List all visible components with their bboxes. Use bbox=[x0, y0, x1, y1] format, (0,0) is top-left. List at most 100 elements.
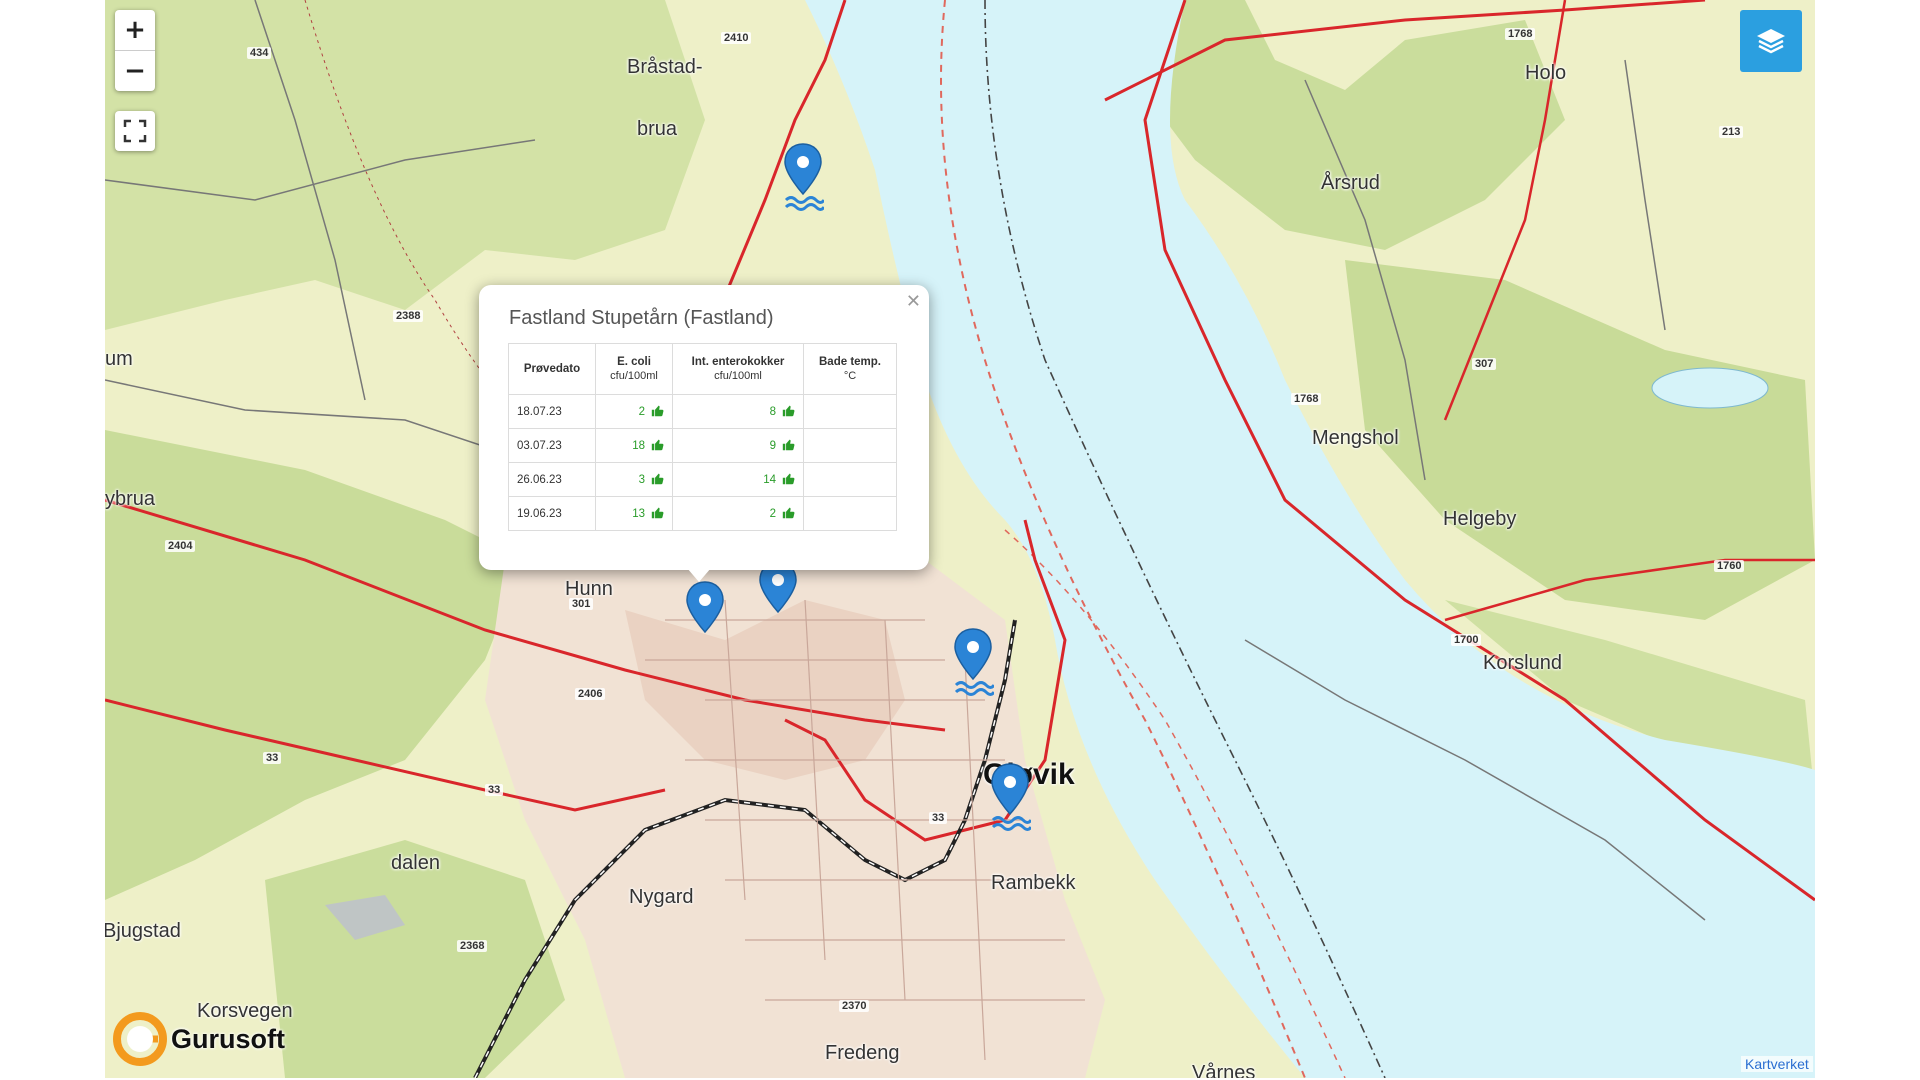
close-icon[interactable]: ✕ bbox=[906, 291, 921, 312]
column-label: E. coli bbox=[617, 356, 651, 368]
place-label-korslund: Korslund bbox=[1483, 652, 1562, 674]
ecoli-cell: 13 bbox=[595, 496, 673, 531]
column-label: Int. enterokokker bbox=[691, 356, 785, 368]
ecoli-cell: 18 bbox=[595, 428, 673, 463]
sample-date: 18.07.23 bbox=[508, 394, 596, 429]
road-number: 1700 bbox=[1451, 634, 1482, 646]
place-label-varnes: Vårnes bbox=[1192, 1062, 1256, 1078]
place-label-brua: brua bbox=[637, 118, 678, 140]
enterococci-value: 14 bbox=[763, 473, 776, 486]
road-number: 1760 bbox=[1714, 560, 1745, 572]
thumbs-up-icon bbox=[651, 438, 664, 454]
bathing-site-marker[interactable] bbox=[684, 580, 726, 650]
enterococci-cell: 14 bbox=[672, 462, 804, 497]
logo-text: Gurusoft bbox=[171, 1023, 285, 1054]
temperature-cell bbox=[803, 462, 897, 497]
map-view[interactable]: Bråstad- brua Holo Årsrud um ybrua Mengs… bbox=[105, 0, 1815, 1078]
thumbs-up-icon bbox=[651, 404, 664, 420]
road-number: 434 bbox=[247, 47, 272, 59]
place-label-brastad: Bråstad- bbox=[627, 56, 703, 78]
road-number: 2404 bbox=[165, 540, 196, 552]
table-row: 03.07.23 18 9 bbox=[508, 428, 897, 463]
popup-tip bbox=[687, 568, 711, 582]
place-label-rambekk: Rambekk bbox=[991, 872, 1076, 894]
enterococci-cell: 8 bbox=[672, 394, 804, 429]
temperature-cell bbox=[803, 428, 897, 463]
place-label-helgeby: Helgeby bbox=[1443, 508, 1517, 530]
temperature-cell bbox=[803, 394, 897, 429]
enterococci-value: 8 bbox=[769, 405, 776, 418]
table-row: 26.06.23 3 14 bbox=[508, 462, 897, 497]
road-number: 33 bbox=[263, 752, 282, 764]
zoom-control: + − bbox=[115, 10, 155, 91]
column-header-enterococci: Int. enterokokker cfu/100ml bbox=[672, 343, 804, 395]
road-number: 2370 bbox=[839, 1000, 870, 1012]
column-header-ecoli: E. coli cfu/100ml bbox=[595, 343, 673, 395]
ecoli-value: 2 bbox=[638, 405, 645, 418]
road-number: 2388 bbox=[393, 310, 424, 322]
ecoli-value: 18 bbox=[632, 439, 645, 452]
map-attribution[interactable]: Kartverket bbox=[1741, 1056, 1813, 1072]
column-header-temperature: Bade temp. °C bbox=[803, 343, 897, 395]
road-number: 213 bbox=[1719, 126, 1744, 138]
bathing-site-marker[interactable] bbox=[782, 142, 826, 212]
thumbs-up-icon bbox=[782, 472, 795, 488]
fullscreen-icon bbox=[123, 119, 147, 143]
bathing-site-marker[interactable] bbox=[757, 560, 799, 630]
water-quality-table: Prøvedato E. coli cfu/100ml Int. enterok… bbox=[508, 343, 897, 531]
ecoli-value: 13 bbox=[632, 507, 645, 520]
layers-button[interactable] bbox=[1740, 10, 1802, 72]
column-unit: cfu/100ml bbox=[714, 370, 762, 382]
table-row: 18.07.23 2 8 bbox=[508, 394, 897, 429]
sample-date: 26.06.23 bbox=[508, 462, 596, 497]
fullscreen-button[interactable] bbox=[115, 111, 155, 151]
bathing-site-popup: ✕ Fastland Stupetårn (Fastland) Prøvedat… bbox=[479, 285, 929, 570]
sample-date: 03.07.23 bbox=[508, 428, 596, 463]
place-label-dalen: dalen bbox=[391, 852, 440, 874]
thumbs-up-icon bbox=[651, 506, 664, 522]
layers-icon bbox=[1757, 29, 1785, 54]
column-unit: °C bbox=[843, 370, 857, 382]
zoom-in-button[interactable]: + bbox=[115, 10, 155, 50]
thumbs-up-icon bbox=[651, 472, 664, 488]
road-number: 1768 bbox=[1291, 393, 1322, 405]
map-canvas[interactable] bbox=[105, 0, 1815, 1078]
road-number: 2406 bbox=[575, 688, 606, 700]
column-unit: cfu/100ml bbox=[610, 370, 658, 382]
gurusoft-logo-icon bbox=[113, 1012, 167, 1066]
table-header-row: Prøvedato E. coli cfu/100ml Int. enterok… bbox=[508, 343, 897, 395]
place-label-arsrud: Årsrud bbox=[1321, 172, 1380, 194]
thumbs-up-icon bbox=[782, 404, 795, 420]
road-number: 301 bbox=[569, 598, 594, 610]
thumbs-up-icon bbox=[782, 438, 795, 454]
column-label: Prøvedato bbox=[523, 363, 581, 375]
enterococci-cell: 9 bbox=[672, 428, 804, 463]
sample-date: 19.06.23 bbox=[508, 496, 596, 531]
place-label-ybrua: ybrua bbox=[105, 488, 156, 510]
table-row: 19.06.23 13 2 bbox=[508, 496, 897, 531]
zoom-out-button[interactable]: − bbox=[115, 50, 155, 91]
ecoli-cell: 2 bbox=[595, 394, 673, 429]
place-label-mengshol: Mengshol bbox=[1312, 427, 1399, 449]
road-number: 33 bbox=[929, 812, 948, 824]
road-number: 2368 bbox=[457, 940, 488, 952]
column-header-date: Prøvedato bbox=[508, 343, 596, 395]
bathing-site-marker[interactable] bbox=[989, 762, 1033, 832]
enterococci-cell: 2 bbox=[672, 496, 804, 531]
thumbs-up-icon bbox=[782, 506, 795, 522]
place-label-nygard: Nygard bbox=[629, 886, 694, 908]
road-number: 2410 bbox=[721, 32, 752, 44]
road-number: 307 bbox=[1472, 358, 1497, 370]
ecoli-cell: 3 bbox=[595, 462, 673, 497]
gurusoft-logo: Gurusoft bbox=[113, 1012, 285, 1066]
enterococci-value: 2 bbox=[769, 507, 776, 520]
place-label-um: um bbox=[105, 348, 133, 370]
place-label-bjugstad: Bjugstad bbox=[105, 920, 181, 942]
road-number: 1768 bbox=[1505, 28, 1536, 40]
bathing-site-marker[interactable] bbox=[952, 627, 996, 697]
ecoli-value: 3 bbox=[638, 473, 645, 486]
column-label: Bade temp. bbox=[819, 356, 881, 368]
temperature-cell bbox=[803, 496, 897, 531]
popup-title: Fastland Stupetårn (Fastland) bbox=[509, 307, 774, 329]
place-label-fredeng: Fredeng bbox=[825, 1042, 900, 1064]
